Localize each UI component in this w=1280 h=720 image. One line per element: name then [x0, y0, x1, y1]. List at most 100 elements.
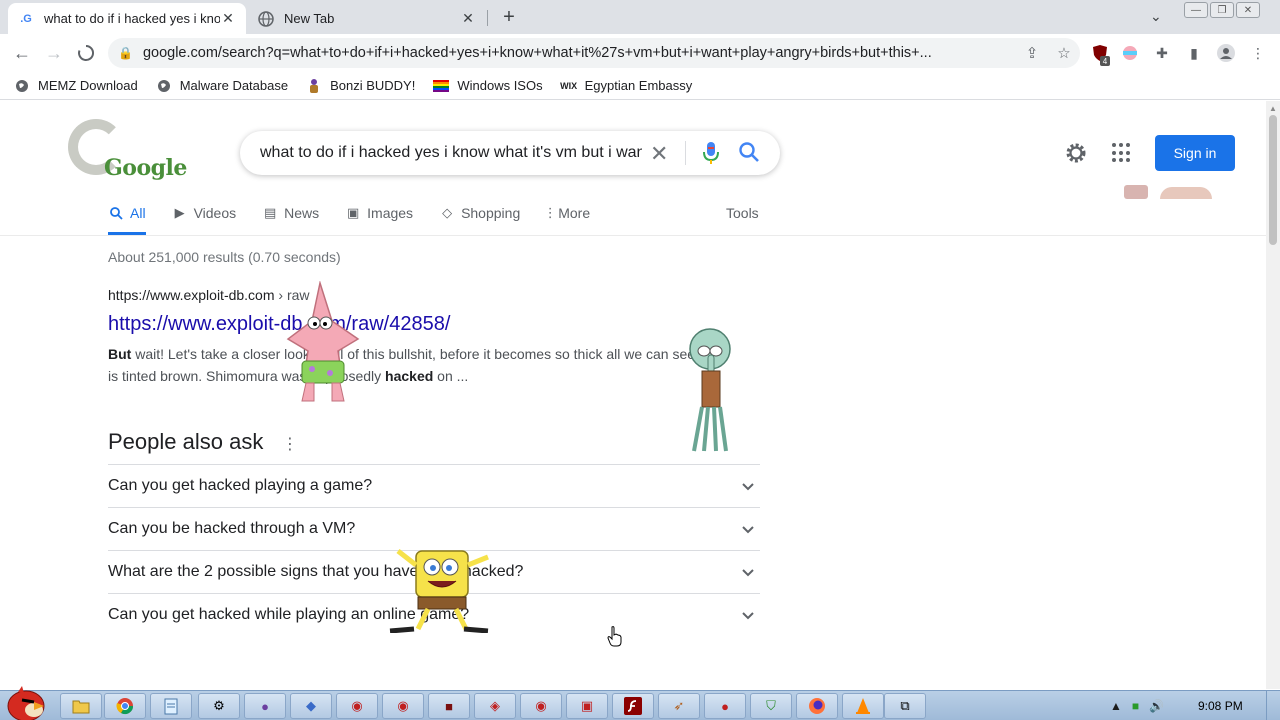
search-type-tabs: All ▶ Videos ▤ News ▣ Images ◇ Shopping … — [108, 201, 616, 235]
scroll-up-icon[interactable]: ▲ — [1269, 104, 1277, 113]
page-scrollbar[interactable]: ▲ — [1266, 101, 1280, 689]
people-also-ask-heading: People also ask — [108, 429, 264, 454]
volume-icon[interactable]: 🔊 — [1149, 699, 1164, 713]
bookmark-label: Windows ISOs — [457, 78, 543, 93]
bookmark-egyptian-embassy[interactable]: WIX Egyptian Embassy — [560, 78, 692, 94]
result-title-link[interactable]: https://www.exploit-db.com/raw/42858/ — [108, 313, 450, 336]
taskbar-app-icon[interactable]: ● — [704, 693, 746, 719]
tab-search-chevron-icon[interactable]: ⌄ — [1150, 8, 1162, 25]
sign-in-button[interactable]: Sign in — [1155, 135, 1235, 171]
minimize-button[interactable]: — — [1184, 2, 1208, 18]
image-icon: ▣ — [346, 205, 360, 220]
bookmark-label: Bonzi BUDDY! — [330, 78, 416, 93]
bookmark-malware-database[interactable]: Malware Database — [156, 78, 288, 94]
back-arrow-icon[interactable]: ← — [10, 42, 34, 64]
taskbar-vlc-icon[interactable] — [842, 693, 884, 719]
taskbar-app-icon[interactable]: ◆ — [290, 693, 332, 719]
logo-text: Google — [104, 155, 187, 181]
taskbar-notepad-icon[interactable] — [150, 693, 192, 719]
taskbar-flash-icon[interactable] — [612, 693, 654, 719]
stop-loading-icon[interactable] — [74, 42, 98, 64]
bookmark-memz[interactable]: MEMZ Download — [14, 78, 138, 94]
share-icon[interactable]: ⇪ — [1016, 44, 1048, 62]
taskbar-chrome-icon[interactable] — [104, 693, 146, 719]
taskbar-settings-icon[interactable]: ⚙ — [198, 693, 240, 719]
tab-title: New Tab — [284, 11, 335, 26]
tab-new-tab[interactable]: New Tab ✕ — [248, 3, 486, 34]
tag-icon: ◇ — [442, 205, 453, 220]
bookmark-bonzi-buddy[interactable]: Bonzi BUDDY! — [306, 78, 415, 94]
taskbar-clock[interactable]: 9:08 PM — [1198, 699, 1243, 713]
more-options-icon[interactable]: ⋮ — [282, 434, 298, 454]
taskbar-app-icon[interactable]: ■ — [428, 693, 470, 719]
taskbar-firefox-icon[interactable] — [796, 693, 838, 719]
taskbar-window-icon[interactable]: ⧉ — [884, 693, 926, 719]
microphone-icon[interactable] — [700, 140, 722, 166]
doodle-fragment-shape — [1124, 185, 1148, 199]
tab-google-search[interactable]: .G what to do if i hacked yes i kno ✕ — [8, 3, 246, 34]
settings-gear-icon[interactable] — [1064, 141, 1088, 165]
translate-extension-icon[interactable] — [1120, 43, 1140, 63]
taskbar-app-icon[interactable]: ◉ — [336, 693, 378, 719]
taskbar-app-icon[interactable]: ◈ — [474, 693, 516, 719]
puzzle-extensions-icon[interactable]: ✚ — [1152, 43, 1172, 63]
new-tab-button[interactable]: + — [498, 6, 520, 28]
chevron-down-icon — [742, 483, 754, 491]
taskbar-app-icon[interactable]: ◉ — [520, 693, 562, 719]
side-panel-icon[interactable]: ▮ — [1184, 43, 1204, 63]
paa-question[interactable]: Can you get hacked playing a game? — [108, 464, 760, 507]
show-desktop-button[interactable] — [1266, 691, 1280, 720]
taskbar-folder-icon[interactable] — [60, 693, 102, 719]
tab-all[interactable]: All — [108, 201, 146, 235]
network-icon[interactable]: ■ — [1132, 699, 1139, 713]
tab-title: what to do if i hacked yes i kno — [44, 11, 220, 26]
address-bar[interactable]: 🔒 google.com/search?q=what+to+do+if+i+ha… — [108, 38, 1080, 68]
bookmark-windows-isos[interactable]: Windows ISOs — [433, 78, 543, 94]
system-tray: ▲ ■ 🔊 — [1110, 691, 1174, 720]
search-input[interactable]: what to do if i hacked yes i know what i… — [260, 144, 642, 162]
menu-kebab-icon[interactable]: ⋮ — [1248, 43, 1268, 63]
clear-search-icon[interactable]: ✕ — [650, 141, 668, 167]
taskbar-app-icon[interactable]: ◉ — [382, 693, 424, 719]
profile-avatar-icon[interactable] — [1216, 43, 1236, 63]
tab-images[interactable]: ▣ Images — [345, 201, 413, 235]
google-doodle-logo[interactable]: Google — [68, 117, 187, 181]
snippet-tail: on ... — [433, 368, 469, 384]
result-cite[interactable]: https://www.exploit-db.com › raw — [108, 287, 310, 303]
taskbar-bonzi-icon[interactable]: ● — [244, 693, 286, 719]
tab-label: More — [558, 205, 591, 221]
tab-label: Shopping — [461, 205, 521, 221]
url-text[interactable]: google.com/search?q=what+to+do+if+i+hack… — [143, 45, 1016, 61]
paa-question-text: Can you get hacked playing a game? — [108, 477, 373, 494]
chevron-down-icon — [742, 569, 754, 577]
search-box[interactable]: what to do if i hacked yes i know what i… — [240, 131, 780, 175]
snippet-lead: But — [108, 346, 132, 362]
angry-bird-start-icon[interactable] — [4, 684, 48, 720]
tab-videos[interactable]: ▶ Videos — [172, 201, 237, 235]
search-icon[interactable] — [738, 141, 760, 163]
tools-button[interactable]: Tools — [726, 205, 759, 221]
spongebob-sprite — [389, 549, 489, 633]
taskbar-shield-icon[interactable]: ⛉ — [750, 693, 792, 719]
google-apps-grid-icon[interactable] — [1112, 143, 1132, 163]
tab-news[interactable]: ▤ News — [262, 201, 319, 235]
taskbar-app-icon[interactable]: ➶ — [658, 693, 700, 719]
tab-shopping[interactable]: ◇ Shopping — [439, 201, 520, 235]
tab-more[interactable]: ⋮ More — [544, 201, 591, 235]
forward-arrow-icon[interactable]: → — [42, 42, 66, 64]
browser-toolbar: ← → 🔒 google.com/search?q=what+to+do+if+… — [0, 34, 1280, 72]
paa-question[interactable]: Can you be hacked through a VM? — [108, 507, 760, 550]
close-tab-icon[interactable]: ✕ — [220, 10, 236, 27]
hand-cursor-icon — [607, 626, 622, 647]
scrollbar-thumb[interactable] — [1269, 115, 1277, 245]
snippet-bold: hacked — [385, 368, 434, 384]
tab-divider — [487, 10, 488, 26]
tray-expand-icon[interactable]: ▲ — [1110, 699, 1122, 713]
close-window-button[interactable]: ✕ — [1236, 2, 1260, 18]
restore-button[interactable]: ❐ — [1210, 2, 1234, 18]
taskbar-app-icon[interactable]: ▣ — [566, 693, 608, 719]
bookmark-star-icon[interactable]: ☆ — [1048, 44, 1080, 62]
close-tab-icon[interactable]: ✕ — [460, 10, 476, 27]
tab-label: Images — [367, 205, 414, 221]
result-stats: About 251,000 results (0.70 seconds) — [108, 249, 341, 265]
